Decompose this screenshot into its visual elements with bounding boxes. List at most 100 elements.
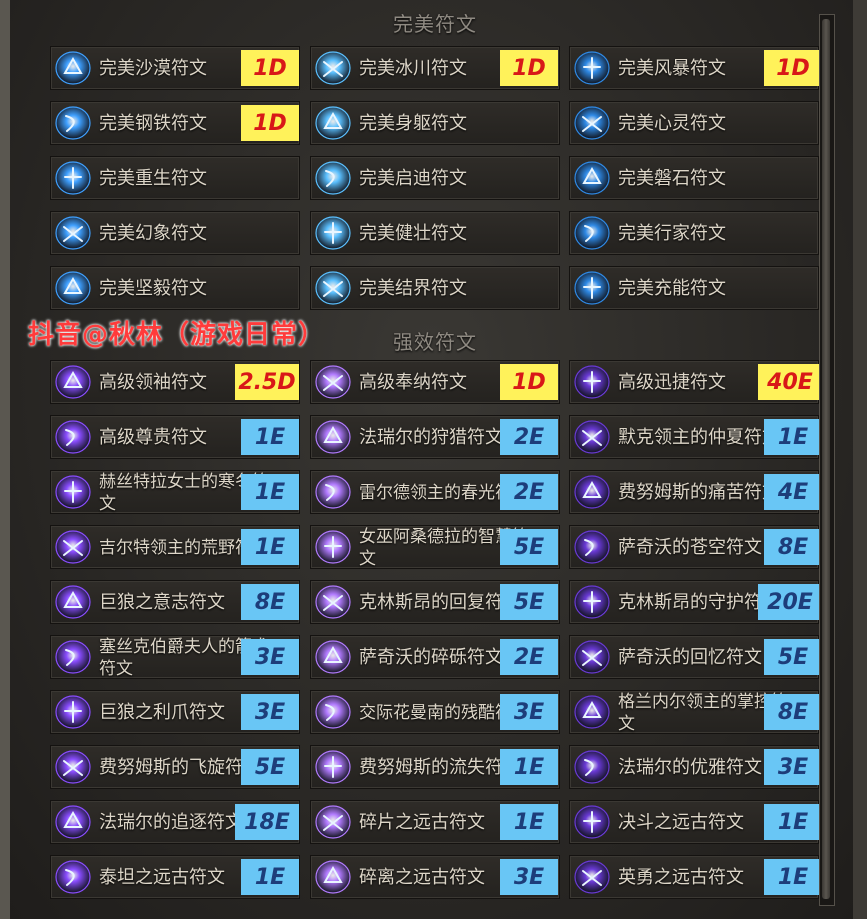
rune-icon bbox=[572, 49, 612, 87]
rune-icon bbox=[313, 49, 353, 87]
rune-icon bbox=[53, 583, 93, 621]
rune-icon bbox=[313, 803, 353, 841]
rune-icon bbox=[572, 803, 612, 841]
rune-icon bbox=[53, 473, 93, 511]
price-tag: 1E bbox=[241, 529, 299, 565]
rune-icon bbox=[313, 748, 353, 786]
rune-name: 完美幻象符文 bbox=[99, 223, 207, 244]
price-tag: 1E bbox=[241, 419, 299, 455]
rune-slot[interactable]: 完美结界符文 bbox=[310, 266, 560, 310]
price-tag: 8E bbox=[764, 694, 822, 730]
rune-icon bbox=[53, 638, 93, 676]
price-tag: 1E bbox=[500, 804, 558, 840]
price-tag: 18E bbox=[235, 804, 299, 840]
price-tag: 1D bbox=[764, 50, 822, 86]
price-tag: 1E bbox=[241, 859, 299, 895]
watermark: 抖音@秋林（游戏日常） bbox=[28, 320, 326, 350]
price-tag: 5E bbox=[241, 749, 299, 785]
price-tag: 3E bbox=[500, 859, 558, 895]
rune-name: 完美健壮符文 bbox=[359, 223, 467, 244]
rune-icon bbox=[313, 214, 353, 252]
rune-slot[interactable]: 完美行家符文 bbox=[569, 211, 819, 255]
rune-icon bbox=[53, 693, 93, 731]
rune-icon bbox=[572, 473, 612, 511]
price-tag: 3E bbox=[241, 639, 299, 675]
rune-icon bbox=[572, 748, 612, 786]
rune-icon bbox=[313, 638, 353, 676]
price-tag: 4E bbox=[764, 474, 822, 510]
section-title-perfect-runes: 完美符文 bbox=[393, 12, 477, 36]
rune-icon bbox=[572, 583, 612, 621]
price-tag: 5E bbox=[764, 639, 822, 675]
rune-slot[interactable]: 完美健壮符文 bbox=[310, 211, 560, 255]
price-tag: 5E bbox=[500, 529, 558, 565]
scrollbar-thumb[interactable] bbox=[822, 19, 830, 899]
rune-name: 完美身躯符文 bbox=[359, 113, 467, 134]
rune-icon bbox=[53, 803, 93, 841]
price-tag: 1D bbox=[500, 50, 558, 86]
price-tag: 1D bbox=[500, 364, 558, 400]
rune-icon bbox=[572, 269, 612, 307]
rune-icon bbox=[572, 638, 612, 676]
price-tag: 1E bbox=[764, 859, 822, 895]
rune-slot[interactable]: 完美坚毅符文 bbox=[50, 266, 300, 310]
rune-icon bbox=[53, 269, 93, 307]
scrollbar[interactable] bbox=[819, 14, 835, 906]
rune-name: 完美坚毅符文 bbox=[99, 278, 207, 299]
rune-slot[interactable]: 完美磐石符文 bbox=[569, 156, 819, 200]
rune-icon bbox=[53, 748, 93, 786]
rune-slot[interactable]: 完美幻象符文 bbox=[50, 211, 300, 255]
rune-icon bbox=[313, 858, 353, 896]
rune-icon bbox=[572, 363, 612, 401]
price-tag: 20E bbox=[758, 584, 822, 620]
rune-slot[interactable]: 完美身躯符文 bbox=[310, 101, 560, 145]
price-tag: 5E bbox=[500, 584, 558, 620]
price-tag: 2E bbox=[500, 474, 558, 510]
rune-slot[interactable]: 完美心灵符文 bbox=[569, 101, 819, 145]
rune-icon bbox=[572, 104, 612, 142]
rune-icon bbox=[53, 418, 93, 456]
rune-icon bbox=[313, 528, 353, 566]
rune-icon bbox=[53, 528, 93, 566]
rune-icon bbox=[572, 418, 612, 456]
rune-name: 完美心灵符文 bbox=[618, 113, 726, 134]
rune-icon bbox=[313, 269, 353, 307]
stash-panel: 完美符文 强效符文 完美沙漠符文1D 完美冰川符文1D 完美风暴符文1D bbox=[0, 0, 867, 919]
rune-icon bbox=[53, 159, 93, 197]
price-tag: 1E bbox=[500, 749, 558, 785]
rune-icon bbox=[313, 583, 353, 621]
rune-name: 完美结界符文 bbox=[359, 278, 467, 299]
rune-slot[interactable]: 完美充能符文 bbox=[569, 266, 819, 310]
rune-name: 完美重生符文 bbox=[99, 168, 207, 189]
price-tag: 1E bbox=[241, 474, 299, 510]
rune-icon bbox=[313, 418, 353, 456]
rune-slot[interactable]: 完美重生符文 bbox=[50, 156, 300, 200]
rune-icon bbox=[572, 858, 612, 896]
rune-icon bbox=[53, 214, 93, 252]
price-tag: 3E bbox=[764, 749, 822, 785]
rune-icon bbox=[53, 49, 93, 87]
rune-name: 完美行家符文 bbox=[618, 223, 726, 244]
price-tag: 2E bbox=[500, 419, 558, 455]
price-tag: 2.5D bbox=[235, 364, 299, 400]
price-tag: 8E bbox=[764, 529, 822, 565]
rune-icon bbox=[313, 693, 353, 731]
price-tag: 3E bbox=[241, 694, 299, 730]
rune-icon bbox=[572, 528, 612, 566]
price-tag: 40E bbox=[758, 364, 822, 400]
rune-icon bbox=[53, 104, 93, 142]
rune-icon bbox=[313, 159, 353, 197]
rune-icon bbox=[53, 363, 93, 401]
rune-icon bbox=[572, 159, 612, 197]
price-tag: 8E bbox=[241, 584, 299, 620]
rune-name: 完美充能符文 bbox=[618, 278, 726, 299]
rune-name: 完美启迪符文 bbox=[359, 168, 467, 189]
price-tag: 2E bbox=[500, 639, 558, 675]
rune-icon bbox=[53, 858, 93, 896]
price-tag: 1E bbox=[764, 419, 822, 455]
price-tag: 3E bbox=[500, 694, 558, 730]
rune-icon bbox=[313, 363, 353, 401]
rune-name: 完美磐石符文 bbox=[618, 168, 726, 189]
rune-slot[interactable]: 完美启迪符文 bbox=[310, 156, 560, 200]
price-tag: 1D bbox=[241, 105, 299, 141]
